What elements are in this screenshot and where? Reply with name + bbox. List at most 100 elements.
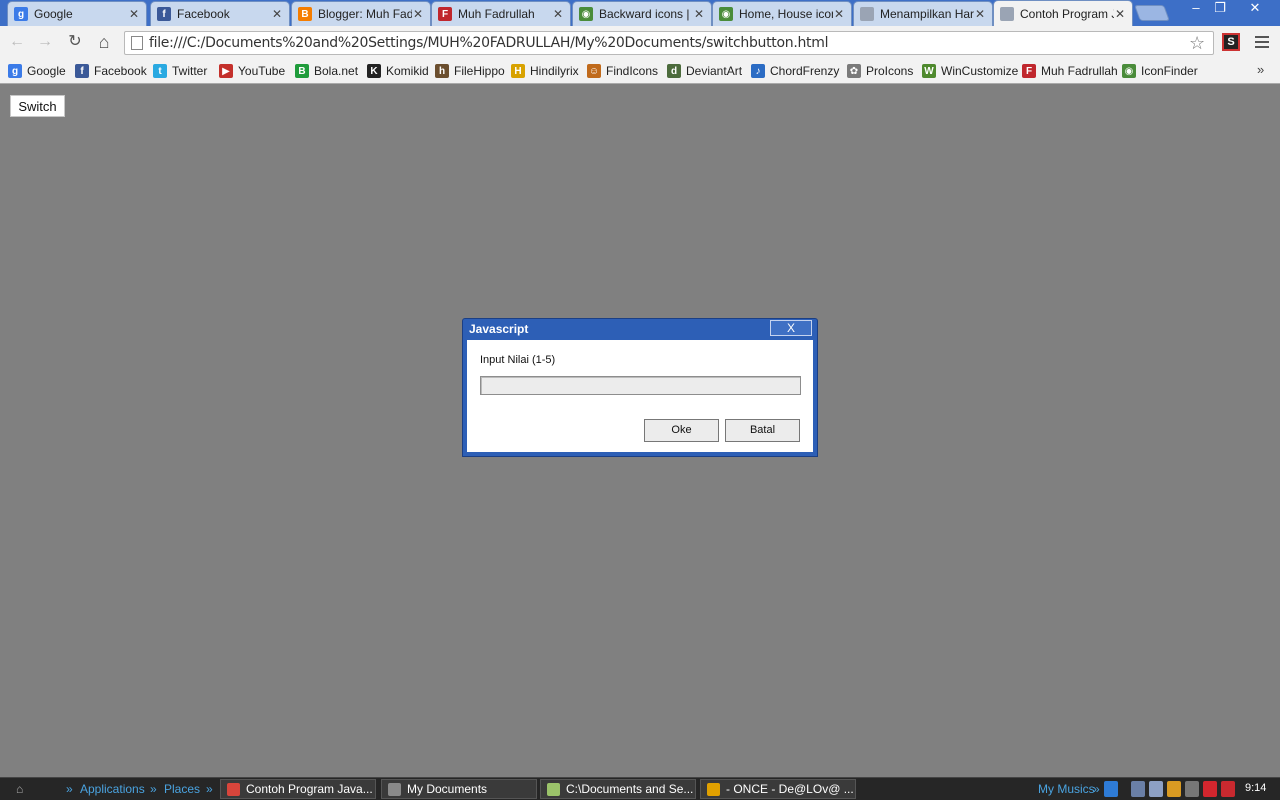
tab-1[interactable]: g Google ✕ — [7, 1, 147, 26]
facebook-icon: f — [157, 7, 171, 21]
bookmark-label: Komikid — [386, 64, 429, 78]
bookmark-star-icon[interactable]: ☆ — [1189, 33, 1205, 54]
tab-5[interactable]: ◉ Backward icons | I ✕ — [572, 1, 712, 26]
folder-icon — [388, 782, 401, 796]
display-icon[interactable] — [1149, 781, 1163, 797]
tab-title: Blogger: Muh Fadr — [318, 7, 412, 21]
bookmark-google[interactable]: g Google — [8, 62, 66, 80]
tab-title: Home, House icon — [739, 7, 833, 21]
tab-close-icon[interactable]: ✕ — [128, 7, 140, 21]
bookmark-wincustomize[interactable]: W WinCustomize — [922, 62, 1018, 80]
cancel-button[interactable]: Batal — [725, 419, 800, 442]
prompt-label: Input Nilai (1-5) — [480, 354, 556, 366]
home-button[interactable]: ⌂ — [94, 32, 114, 52]
tab-title: Google — [34, 7, 73, 21]
tray-app-icon[interactable] — [1104, 781, 1118, 797]
twitter-icon: t — [153, 64, 167, 78]
tab-close-icon[interactable]: ✕ — [974, 7, 986, 21]
bookmark-facebook[interactable]: f Facebook — [75, 62, 147, 80]
tab-6[interactable]: ◉ Home, House icon ✕ — [712, 1, 852, 26]
iconfinder-icon: ◉ — [579, 7, 593, 21]
bookmark-youtube[interactable]: ▶ YouTube — [219, 62, 285, 80]
tab-3[interactable]: B Blogger: Muh Fadr ✕ — [291, 1, 431, 26]
chordfrenzy-icon: ♪ — [751, 64, 765, 78]
volume-icon[interactable] — [1185, 781, 1199, 797]
bookmark-deviantart[interactable]: d DeviantArt — [667, 62, 742, 80]
shield-icon[interactable] — [1167, 781, 1181, 797]
taskbar-item[interactable]: C:\Documents and Se... — [540, 779, 696, 799]
taskbar-item[interactable]: - ONCE - De@LOv@ ... — [700, 779, 856, 799]
bookmark-hindilyrix[interactable]: H Hindilyrix — [511, 62, 579, 80]
taskbar-item-label: - ONCE - De@LOv@ ... — [726, 782, 854, 796]
wincustomize-icon: W — [922, 64, 936, 78]
tab-close-icon[interactable]: ✕ — [552, 7, 564, 21]
new-tab-button[interactable] — [1134, 5, 1170, 21]
extension-icon[interactable]: S — [1222, 33, 1240, 51]
hindilyrix-icon: H — [511, 64, 525, 78]
forward-button[interactable]: → — [35, 32, 55, 52]
notepad-icon — [547, 782, 560, 796]
bookmark-label: Google — [27, 64, 66, 78]
url-text: file:///C:/Documents%20and%20Settings/MU… — [149, 35, 829, 51]
back-button[interactable]: ← — [7, 32, 27, 52]
bookmarks-overflow-button[interactable]: » — [1257, 62, 1264, 77]
taskbar-item[interactable]: Contoh Program Java... — [220, 779, 376, 799]
tab-close-icon[interactable]: ✕ — [412, 7, 424, 21]
menu-icon[interactable] — [1255, 36, 1269, 51]
tab-title: Backward icons | I — [599, 7, 693, 21]
dialog-title: Javascript — [469, 322, 529, 336]
bookmark-label: YouTube — [238, 64, 286, 78]
my-musics-menu[interactable]: My Musics — [1038, 782, 1095, 796]
fadrullah-icon: F — [438, 7, 452, 21]
tab-title: Contoh Program J — [1020, 6, 1114, 21]
filehippo-icon: h — [435, 64, 449, 78]
bookmark-twitter[interactable]: t Twitter — [153, 62, 207, 80]
bookmark-komikid[interactable]: K Komikid — [367, 62, 429, 80]
tab-8[interactable]: Contoh Program J ✕ — [993, 0, 1133, 26]
network-icon[interactable] — [1131, 781, 1145, 797]
tab-close-icon[interactable]: ✕ — [1114, 7, 1126, 21]
close-window-button[interactable]: ✕ — [1243, 0, 1267, 18]
address-bar[interactable]: file:///C:/Documents%20and%20Settings/MU… — [124, 31, 1214, 55]
minimize-button[interactable]: – — [1184, 0, 1208, 18]
winamp-tray-icon[interactable] — [1221, 781, 1235, 797]
applications-menu[interactable]: Applications — [80, 782, 145, 796]
switch-button[interactable]: Switch — [10, 95, 65, 117]
taskbar-item[interactable]: My Documents — [381, 779, 537, 799]
iconfinder-icon: ◉ — [1122, 64, 1136, 78]
bookmark-label: Muh Fadrullah — [1041, 64, 1118, 78]
tab-4[interactable]: F Muh Fadrullah ✕ — [431, 1, 571, 26]
tab-close-icon[interactable]: ✕ — [693, 7, 705, 21]
restore-button[interactable]: ❐ — [1208, 0, 1232, 18]
prompt-input[interactable] — [480, 376, 801, 395]
google-icon: g — [14, 7, 28, 21]
dialog-close-button[interactable]: X — [770, 320, 812, 336]
winamp-icon — [707, 782, 720, 796]
bookmark-bola-net[interactable]: B Bola.net — [295, 62, 358, 80]
places-menu[interactable]: Places — [164, 782, 200, 796]
reload-button[interactable]: ↻ — [65, 32, 85, 52]
tab-2[interactable]: f Facebook ✕ — [150, 1, 290, 26]
iconfinder-icon: ◉ — [719, 7, 733, 21]
bookmarks-bar: g Google f Facebook t Twitter ▶ YouTube B Bola.ne… — [0, 58, 1280, 84]
tab-7[interactable]: Menampilkan Hari ✕ — [853, 1, 993, 26]
tab-strip: Contoh Program J ✕ Menampilkan Hari ✕ ◉ Home,… — [0, 0, 1280, 26]
tab-close-icon[interactable]: ✕ — [833, 7, 845, 21]
taskbar-item-label: C:\Documents and Se... — [566, 782, 694, 796]
bookmark-label: WinCustomize — [941, 64, 1019, 78]
antivirus-icon[interactable] — [1203, 781, 1217, 797]
bookmark-iconfinder[interactable]: ◉ IconFinder — [1122, 62, 1198, 80]
ok-button[interactable]: Oke — [644, 419, 719, 442]
bookmark-proicons[interactable]: ✿ ProIcons — [847, 62, 913, 80]
tab-title: Facebook — [177, 7, 230, 21]
bookmark-muh-fadrullah[interactable]: F Muh Fadrullah — [1022, 62, 1118, 80]
bookmark-label: Facebook — [94, 64, 147, 78]
page-icon — [860, 7, 874, 21]
bookmark-label: DeviantArt — [686, 64, 743, 78]
start-icon[interactable]: ⌂ — [16, 782, 36, 796]
page-icon — [131, 36, 143, 50]
bookmark-findicons[interactable]: ☺ FindIcons — [587, 62, 658, 80]
tab-close-icon[interactable]: ✕ — [271, 7, 283, 21]
bookmark-chordfrenzy[interactable]: ♪ ChordFrenzy — [751, 62, 839, 80]
bookmark-filehippo[interactable]: h FileHippo — [435, 62, 505, 80]
